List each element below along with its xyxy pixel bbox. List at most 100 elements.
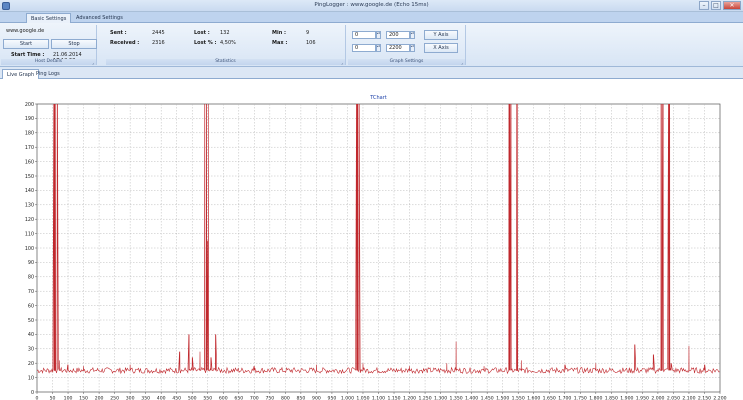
- x-tick-label: 1.050: [356, 396, 369, 400]
- x-min-spinner[interactable]: ▴▾: [376, 44, 381, 52]
- y-axis-button[interactable]: Y Axis: [424, 30, 458, 40]
- view-tab-bar: Live Graph Ping Logs: [0, 67, 743, 79]
- x-tick-label: 2.100: [682, 396, 695, 400]
- y-tick-label: 90: [28, 260, 34, 266]
- x-tick-label: 900: [312, 396, 321, 400]
- min-label: Min :: [272, 30, 286, 36]
- lost-percent-value: 4,50%: [220, 40, 236, 46]
- y-tick-label: 70: [28, 289, 34, 295]
- dialog-launcher-icon[interactable]: ⌟: [341, 60, 343, 65]
- host-details-label: Host Details ⌟: [1, 59, 96, 65]
- x-tick-label: 1.750: [574, 396, 587, 400]
- dialog-launcher-icon[interactable]: ⌟: [461, 60, 463, 65]
- y-tick-label: 60: [28, 303, 34, 309]
- x-tick-label: 1.550: [512, 396, 525, 400]
- x-tick-label: 800: [281, 396, 290, 400]
- y-tick-label: 140: [25, 188, 34, 194]
- tab-ping-logs[interactable]: Ping Logs: [32, 69, 64, 79]
- x-axis-button[interactable]: X Axis: [424, 43, 458, 53]
- dialog-launcher-icon[interactable]: ⌟: [92, 60, 94, 65]
- minimize-button[interactable]: –: [699, 1, 709, 10]
- x-tick-label: 450: [172, 396, 181, 400]
- x-tick-label: 550: [203, 396, 212, 400]
- close-button[interactable]: ✕: [723, 1, 741, 10]
- tab-advanced-settings[interactable]: Advanced Settings: [72, 13, 127, 23]
- lost-value: 132: [220, 30, 230, 36]
- max-label: Max :: [272, 40, 288, 46]
- x-tick-label: 700: [250, 396, 259, 400]
- y-tick-label: 170: [25, 145, 34, 151]
- ribbon: www.google.de Start Stop Start Time : 21…: [0, 23, 743, 67]
- x-tick-label: 1.000: [341, 396, 354, 400]
- window-title: PingLogger : www.google.de (Echo 15ms): [314, 2, 429, 8]
- statistics-group: Sent : 2445 Received : 2316 Lost : 132 L…: [106, 25, 346, 65]
- y-tick-label: 0: [31, 390, 34, 396]
- chart-title: TChart: [369, 95, 387, 101]
- y-tick-label: 80: [28, 275, 34, 281]
- x-tick-label: 1.600: [527, 396, 540, 400]
- x-tick-label: 1.850: [605, 396, 618, 400]
- x-tick-label: 2.200: [713, 396, 726, 400]
- y-tick-label: 150: [25, 174, 34, 180]
- x-tick-label: 750: [265, 396, 274, 400]
- x-tick-label: 400: [157, 396, 166, 400]
- graph-settings-label: Graph Settings ⌟: [348, 59, 465, 65]
- x-tick-label: 1.500: [496, 396, 509, 400]
- y-tick-label: 50: [28, 318, 34, 324]
- x-tick-label: 1.200: [403, 396, 416, 400]
- x-tick-label: 2.150: [698, 396, 711, 400]
- live-graph-panel: TChart 0 10 20 30 40 50 60 70 80 90 100 110 120 130 140…: [0, 79, 743, 400]
- y-tick-label: 20: [28, 361, 34, 367]
- start-time-label: Start Time :: [11, 52, 45, 58]
- max-value: 106: [306, 40, 316, 46]
- x-tick-label: 600: [219, 396, 228, 400]
- x-tick-label: 350: [141, 396, 150, 400]
- x-tick-label: 1.300: [434, 396, 447, 400]
- y-tick-label: 30: [28, 347, 34, 353]
- x-tick-label: 1.250: [418, 396, 431, 400]
- y-min-spinner[interactable]: ▴▾: [376, 31, 381, 39]
- x-tick-label: 500: [188, 396, 197, 400]
- x-tick-label: 150: [79, 396, 88, 400]
- y-tick-label: 160: [25, 159, 34, 165]
- x-tick-label: 1.400: [465, 396, 478, 400]
- y-tick-label: 200: [25, 102, 34, 108]
- sent-label: Sent :: [110, 30, 127, 36]
- start-button[interactable]: Start: [3, 39, 49, 49]
- statistics-label: Statistics ⌟: [106, 59, 345, 65]
- ribbon-tab-bar: Basic Settings Advanced Settings: [0, 12, 743, 23]
- x-max-input[interactable]: 2200: [386, 44, 410, 52]
- lost-label: Lost :: [194, 30, 210, 36]
- x-tick-label: 850: [296, 396, 305, 400]
- y-max-input[interactable]: 200: [386, 31, 410, 39]
- x-tick-label: 1.350: [450, 396, 463, 400]
- x-tick-label: 1.650: [543, 396, 556, 400]
- x-tick-label: 1.150: [387, 396, 400, 400]
- x-tick-label: 200: [95, 396, 104, 400]
- host-details-group: www.google.de Start Stop Start Time : 21…: [1, 25, 97, 65]
- maximize-button[interactable]: □: [711, 1, 721, 10]
- x-tick-label: 1.950: [636, 396, 649, 400]
- graph-settings-group: 0 ▴▾ 200 ▴▾ Y Axis 0 ▴▾ 2200 ▴▾ X Axis G…: [348, 25, 466, 65]
- y-tick-label: 10: [28, 375, 34, 381]
- received-value: 2316: [152, 40, 165, 46]
- x-tick-label: 2.000: [651, 396, 664, 400]
- y-max-spinner[interactable]: ▴▾: [410, 31, 415, 39]
- y-tick-label: 180: [25, 131, 34, 137]
- y-min-input[interactable]: 0: [352, 31, 376, 39]
- y-tick-label: 100: [25, 246, 34, 252]
- x-tick-label: 1.100: [372, 396, 385, 400]
- x-tick-label: 1.450: [481, 396, 494, 400]
- x-tick-label: 2.050: [667, 396, 680, 400]
- x-tick-label: 250: [110, 396, 119, 400]
- x-min-input[interactable]: 0: [352, 44, 376, 52]
- received-label: Received :: [110, 40, 140, 46]
- stop-button[interactable]: Stop: [51, 39, 97, 49]
- x-tick-label: 1.900: [620, 396, 633, 400]
- ping-chart: TChart 0 10 20 30 40 50 60 70 80 90 100 110 120 130 140…: [25, 95, 727, 400]
- tab-basic-settings[interactable]: Basic Settings: [26, 13, 72, 23]
- x-max-spinner[interactable]: ▴▾: [410, 44, 415, 52]
- host-input[interactable]: www.google.de: [3, 27, 63, 35]
- x-tick-label: 650: [234, 396, 243, 400]
- x-tick-label: 50: [50, 396, 56, 400]
